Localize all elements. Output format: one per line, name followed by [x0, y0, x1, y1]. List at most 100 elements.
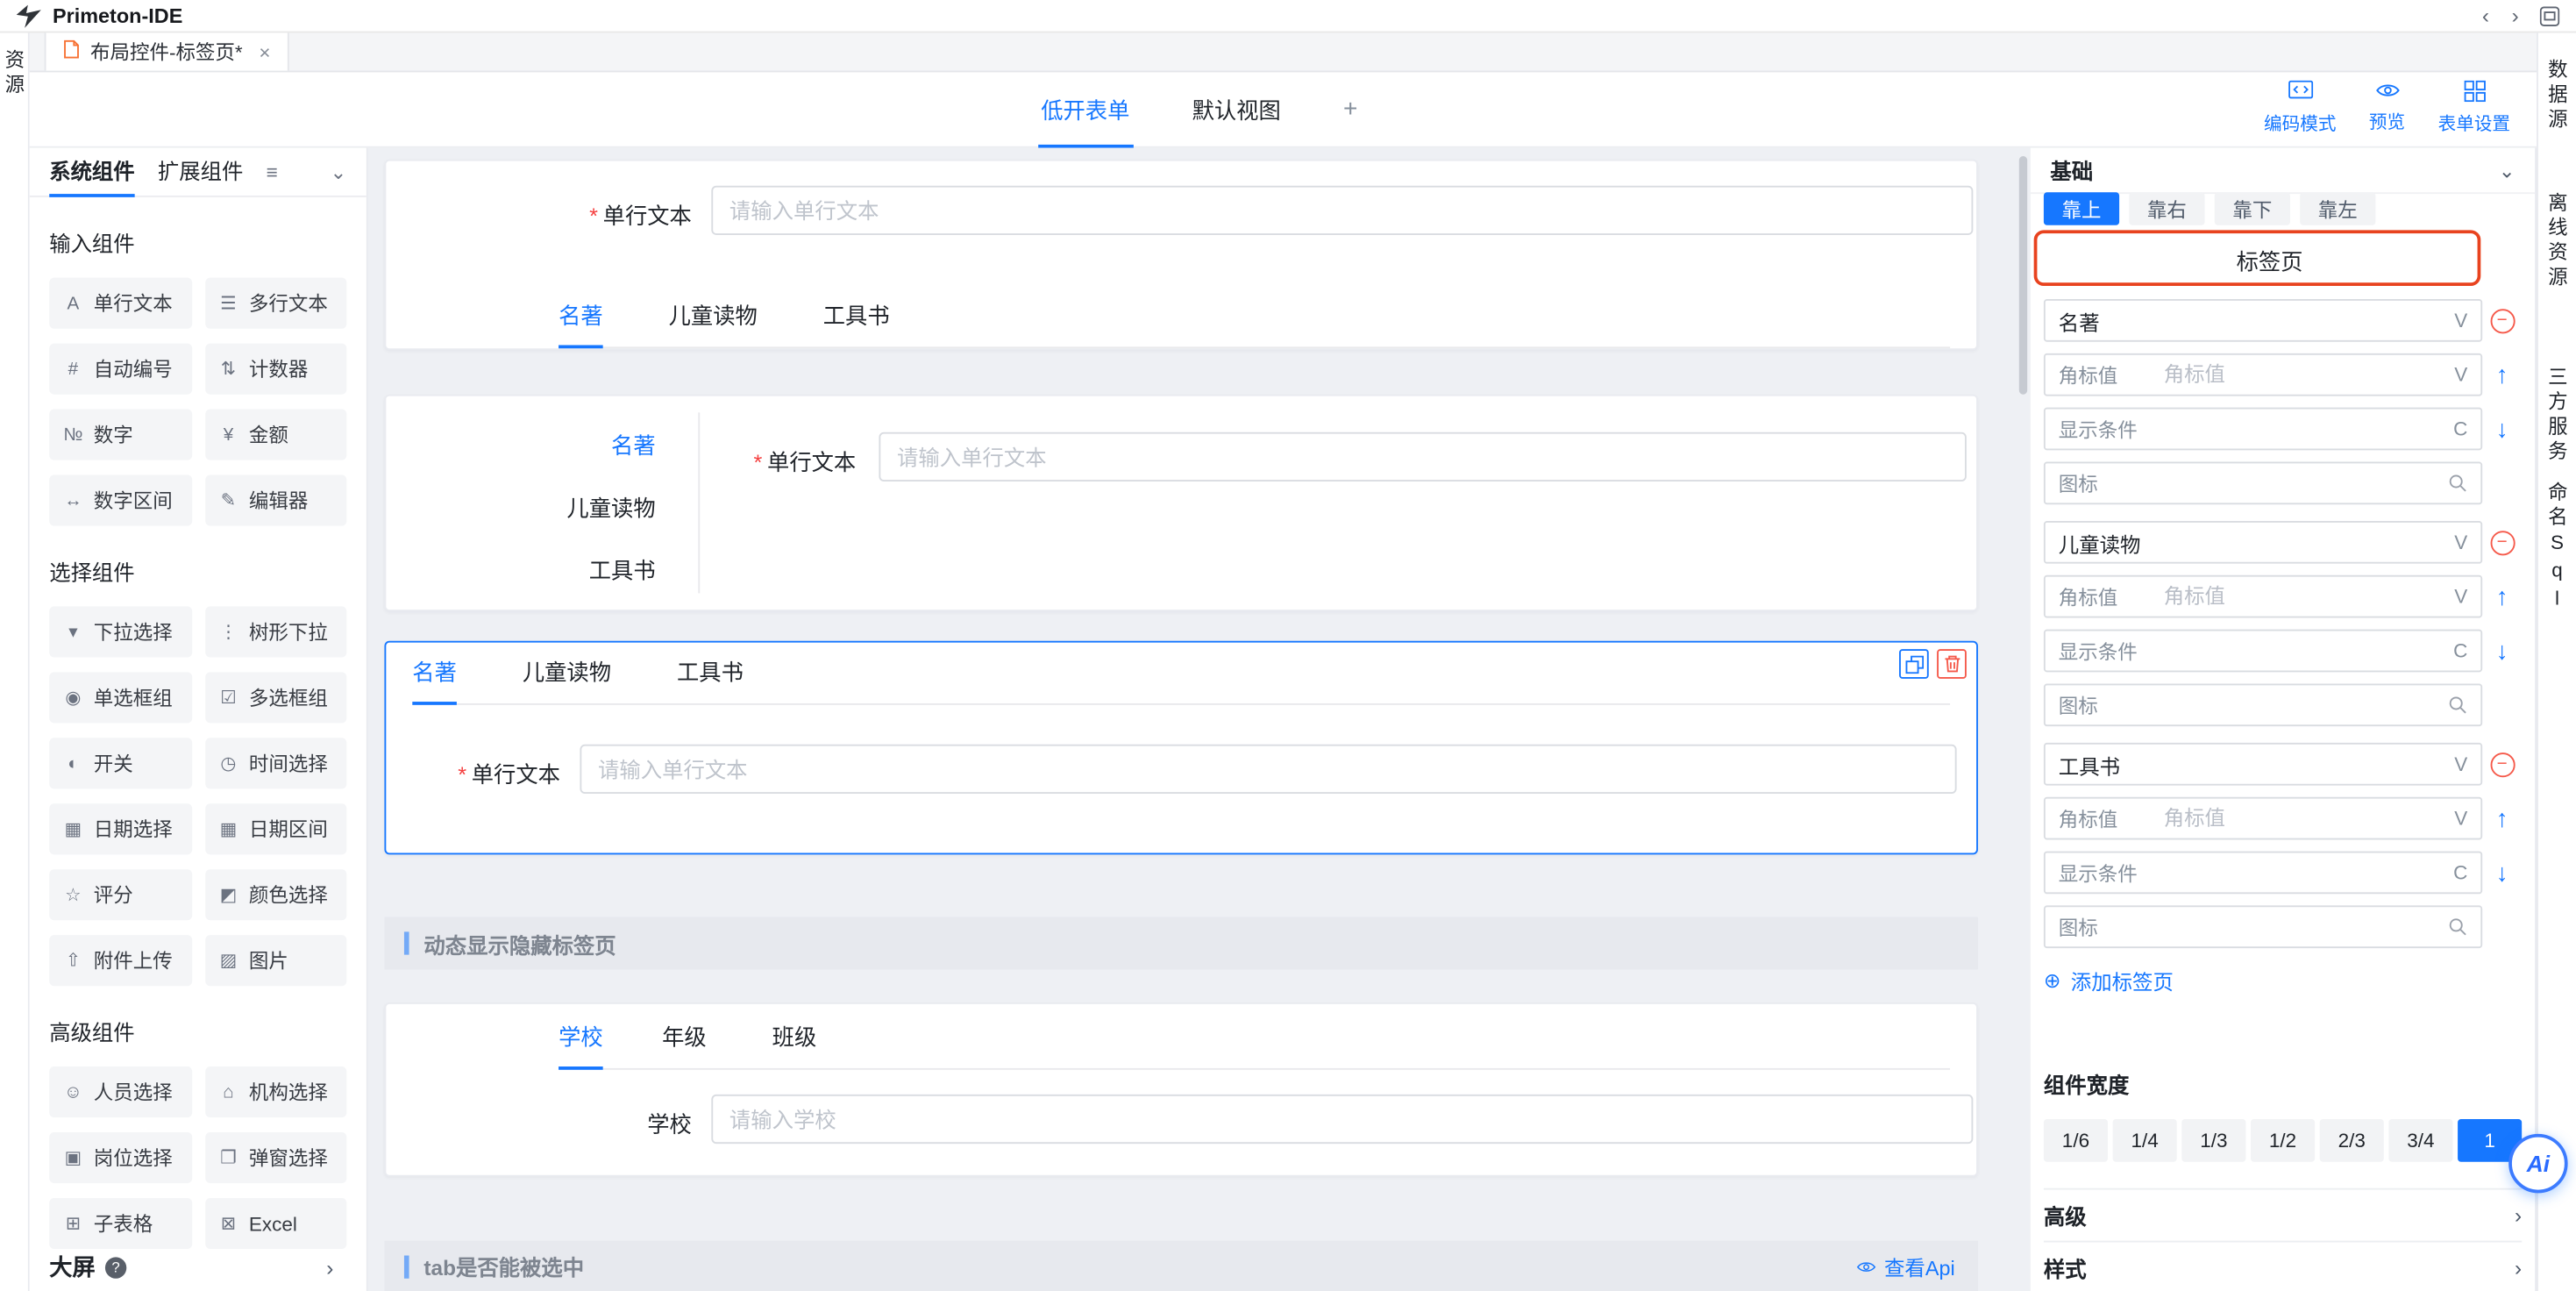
- palette-item-auto-number[interactable]: #自动编号: [49, 344, 191, 395]
- condition-toggle[interactable]: C: [2440, 417, 2480, 440]
- icon-field[interactable]: [2151, 463, 2435, 503]
- icon-input[interactable]: 图标: [2044, 683, 2482, 726]
- badge-value-field[interactable]: [2151, 577, 2442, 617]
- add-view-button[interactable]: +: [1340, 72, 1361, 147]
- search-icon[interactable]: [2435, 474, 2480, 493]
- palette-item-person-select[interactable]: ☺人员选择: [49, 1066, 191, 1117]
- document-tab[interactable]: 布局控件-标签页* ×: [45, 32, 289, 70]
- view-api-link[interactable]: 查看Api: [1856, 1251, 1955, 1282]
- palette-item-sub-table[interactable]: ⊞子表格: [49, 1198, 191, 1249]
- search-icon[interactable]: [2435, 695, 2480, 715]
- palette-item-dropdown-select[interactable]: ▾下拉选择: [49, 606, 191, 657]
- variable-toggle[interactable]: V: [2441, 752, 2480, 775]
- condition-toggle[interactable]: C: [2440, 639, 2480, 662]
- move-up-icon[interactable]: ↑: [2496, 360, 2508, 389]
- chevron-down-icon[interactable]: ⌄: [331, 160, 347, 183]
- tab-low-code-form[interactable]: 低开表单: [1037, 72, 1133, 147]
- display-condition-input[interactable]: 显示条件 C: [2044, 408, 2482, 451]
- display-condition-field[interactable]: [2151, 852, 2440, 892]
- width-1-3-button[interactable]: 1/3: [2181, 1119, 2245, 1162]
- palette-item-radio-group[interactable]: ◉单选框组: [49, 672, 191, 723]
- left-rail-resources[interactable]: 资源: [4, 49, 24, 1291]
- close-icon[interactable]: ×: [259, 40, 270, 63]
- style-section-row[interactable]: 样式 ›: [2044, 1241, 2522, 1291]
- display-condition-field[interactable]: [2151, 631, 2440, 671]
- delete-icon[interactable]: [1937, 649, 1967, 679]
- palette-item-single-line-text[interactable]: A单行文本: [49, 278, 191, 329]
- palette-item-date-picker[interactable]: ▦日期选择: [49, 803, 191, 854]
- tab-class[interactable]: 班级: [772, 1019, 817, 1070]
- move-up-icon[interactable]: ↑: [2496, 804, 2508, 832]
- nav-forward-icon[interactable]: ›: [2501, 4, 2530, 28]
- palette-item-post-select[interactable]: ▣岗位选择: [49, 1132, 191, 1183]
- width-1-2-button[interactable]: 1/2: [2251, 1119, 2315, 1162]
- advanced-section-row[interactable]: 高级 ›: [2044, 1188, 2522, 1241]
- school-input[interactable]: [711, 1095, 1973, 1144]
- badge-value-field[interactable]: [2151, 355, 2442, 395]
- move-down-icon[interactable]: ↓: [2496, 859, 2508, 887]
- tab-reference-books[interactable]: 工具书: [386, 538, 698, 600]
- position-bottom-button[interactable]: 靠下: [2215, 192, 2290, 225]
- tabs-widget-card-1[interactable]: *单行文本 名著 儿童读物 工具书: [384, 160, 1978, 350]
- single-line-text-input-field[interactable]: [581, 746, 1954, 792]
- menu-icon[interactable]: ≡: [267, 160, 278, 183]
- form-settings-button[interactable]: 表单设置: [2438, 81, 2510, 137]
- remove-tab-icon[interactable]: −: [2490, 752, 2515, 776]
- tab-grade[interactable]: 年级: [662, 1019, 707, 1070]
- width-3-4-button[interactable]: 3/4: [2388, 1119, 2452, 1162]
- palette-item-tree-select[interactable]: ⋮树形下拉: [204, 606, 346, 657]
- nav-back-icon[interactable]: ‹: [2471, 4, 2501, 28]
- window-app-icon[interactable]: [2540, 6, 2559, 25]
- palette-item-number[interactable]: №数字: [49, 410, 191, 460]
- canvas-scrollbar[interactable]: [2019, 156, 2027, 395]
- width-1-6-button[interactable]: 1/6: [2044, 1119, 2108, 1162]
- icon-input[interactable]: 图标: [2044, 462, 2482, 505]
- single-line-text-input[interactable]: [879, 432, 1966, 481]
- badge-value-field[interactable]: [2151, 799, 2442, 838]
- variable-toggle[interactable]: V: [2441, 807, 2480, 830]
- tab-children-books[interactable]: 儿童读物: [523, 654, 611, 705]
- tab-school[interactable]: 学校: [559, 1019, 603, 1070]
- inspector-basic-header[interactable]: 基础 ⌄: [2031, 148, 2535, 194]
- tab-extension-components[interactable]: 扩展组件: [158, 148, 243, 196]
- tab-reference-books[interactable]: 工具书: [823, 297, 890, 348]
- palette-item-date-range[interactable]: ▦日期区间: [204, 803, 346, 854]
- palette-item-switch[interactable]: ◐开关: [49, 738, 191, 788]
- icon-field[interactable]: [2151, 685, 2435, 724]
- palette-item-image[interactable]: ▨图片: [204, 935, 346, 986]
- right-rail-third-party-service[interactable]: 三方服务: [2547, 367, 2566, 465]
- width-2-3-button[interactable]: 2/3: [2320, 1119, 2384, 1162]
- single-line-text-input[interactable]: [711, 186, 1973, 235]
- tab-famous-books[interactable]: 名著: [386, 412, 698, 474]
- badge-value-input[interactable]: 角标值 V: [2044, 575, 2482, 618]
- palette-item-color-picker[interactable]: ◩颜色选择: [204, 869, 346, 920]
- badge-value-input[interactable]: 角标值 V: [2044, 353, 2482, 396]
- variable-toggle[interactable]: V: [2441, 363, 2480, 386]
- right-rail-datasource[interactable]: 数据源: [2547, 59, 2566, 132]
- single-line-text-input[interactable]: [580, 745, 1956, 794]
- palette-item-number-range[interactable]: ↔数字区间: [49, 475, 191, 526]
- display-condition-field[interactable]: [2151, 410, 2440, 449]
- help-icon[interactable]: ?: [105, 1256, 126, 1277]
- palette-item-amount[interactable]: ¥金额: [204, 410, 346, 460]
- copy-icon[interactable]: [1899, 649, 1929, 679]
- tab-name-field[interactable]: [2046, 523, 2442, 562]
- palette-item-excel[interactable]: ⊠Excel: [204, 1198, 346, 1249]
- variable-toggle[interactable]: V: [2441, 585, 2480, 608]
- display-condition-input[interactable]: 显示条件 C: [2044, 630, 2482, 673]
- ai-assistant-button[interactable]: Ai: [2508, 1134, 2567, 1193]
- position-right-button[interactable]: 靠右: [2129, 192, 2204, 225]
- position-left-button[interactable]: 靠左: [2300, 192, 2375, 225]
- palette-item-time-picker[interactable]: ◷时间选择: [204, 738, 346, 788]
- tabs-widget-card-2[interactable]: 名著 儿童读物 工具书 *单行文本: [384, 395, 1978, 611]
- tab-reference-books[interactable]: 工具书: [677, 654, 744, 705]
- tab-name-field[interactable]: [2046, 301, 2442, 340]
- move-down-icon[interactable]: ↓: [2496, 415, 2508, 443]
- palette-item-multi-line-text[interactable]: ☰多行文本: [204, 278, 346, 329]
- palette-item-file-upload[interactable]: ⇧附件上传: [49, 935, 191, 986]
- palette-item-org-select[interactable]: ⌂机构选择: [204, 1066, 346, 1117]
- variable-toggle[interactable]: V: [2441, 309, 2480, 332]
- chevron-down-icon[interactable]: ⌄: [2499, 159, 2516, 182]
- width-1-4-button[interactable]: 1/4: [2113, 1119, 2177, 1162]
- palette-item-editor[interactable]: ✎编辑器: [204, 475, 346, 526]
